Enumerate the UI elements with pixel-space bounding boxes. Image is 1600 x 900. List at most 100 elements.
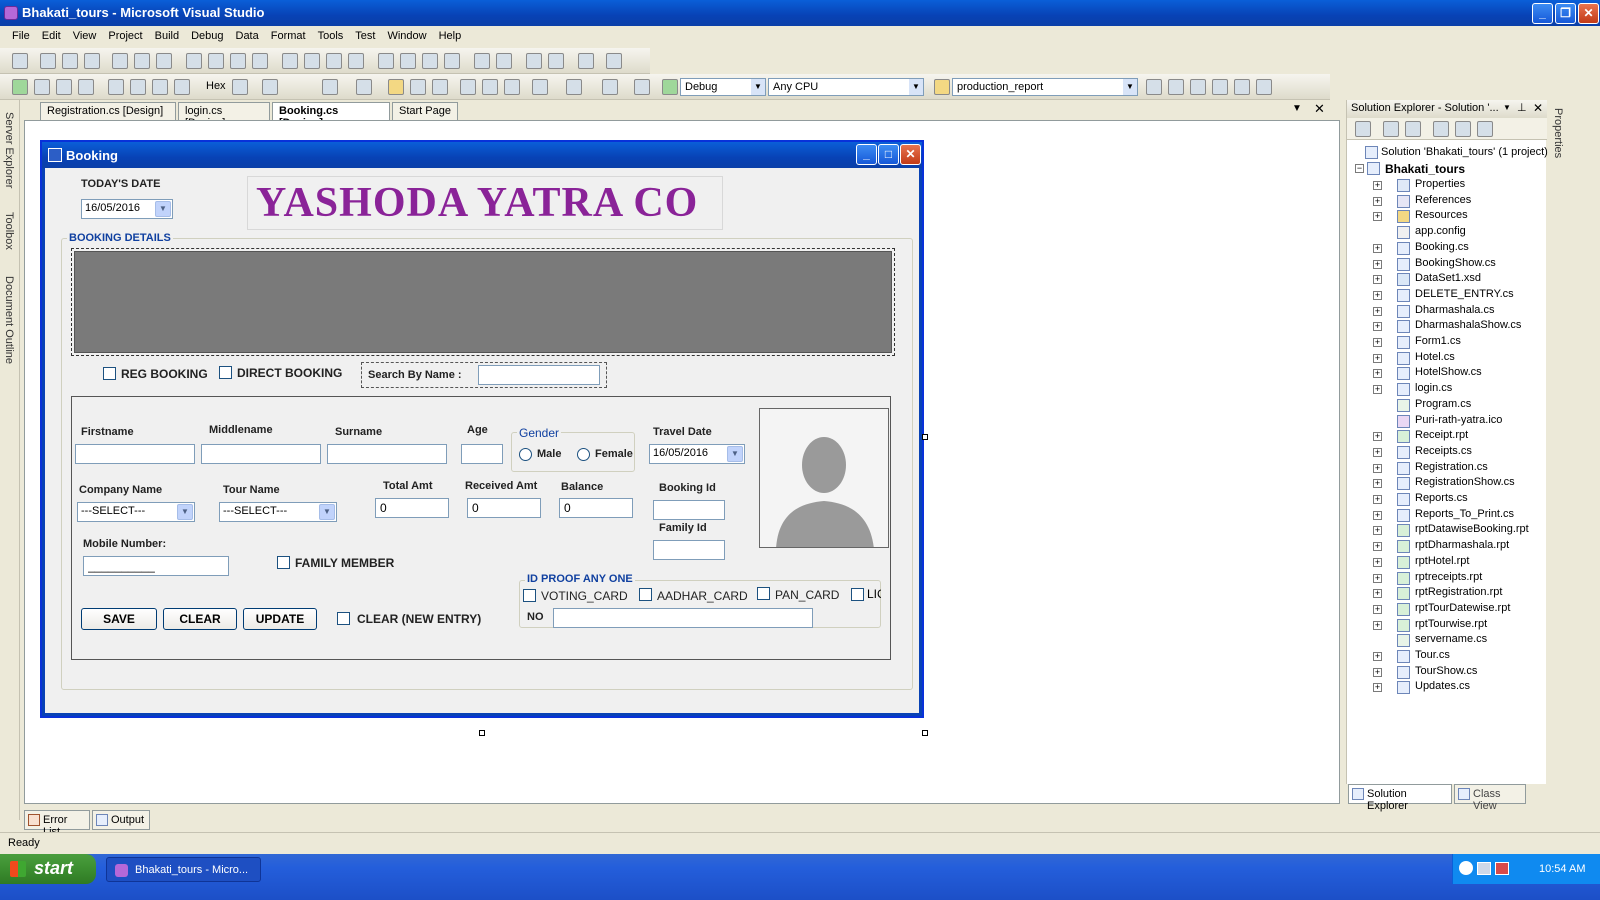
tab-login-design[interactable]: login.cs [Design] <box>178 102 270 129</box>
expand-icon[interactable]: + <box>1373 589 1382 599</box>
document-outline-tab[interactable]: Document Outline <box>3 276 15 364</box>
remove-vertical-spacing-icon[interactable] <box>444 53 460 69</box>
restore-button[interactable]: ❐ <box>1555 3 1576 24</box>
align-rights-icon[interactable] <box>84 53 100 69</box>
show-all-files-icon[interactable] <box>1355 121 1371 137</box>
menu-file[interactable]: File <box>6 26 36 42</box>
center-vertically-icon[interactable] <box>496 53 512 69</box>
received-amt-input[interactable] <box>467 498 541 518</box>
expand-icon[interactable]: + <box>1373 620 1382 630</box>
new-project-icon[interactable] <box>262 79 278 95</box>
expand-icon[interactable]: + <box>1373 306 1382 316</box>
expand-icon[interactable]: + <box>1373 196 1382 206</box>
tree-item[interactable]: rptDatawiseBooking.rpt <box>1415 523 1529 535</box>
update-button[interactable]: UPDATE <box>243 608 317 630</box>
age-input[interactable] <box>461 444 503 464</box>
start-button[interactable]: start <box>0 854 96 884</box>
open-file-icon[interactable] <box>388 79 404 95</box>
solution-node[interactable]: Solution 'Bhakati_tours' (1 project) <box>1381 146 1548 158</box>
taskbar-item-visual-studio[interactable]: Bhakati_tours - Micro... <box>106 857 261 882</box>
tree-item[interactable]: DataSet1.xsd <box>1415 272 1481 284</box>
expand-icon[interactable]: + <box>1373 432 1382 442</box>
expand-icon[interactable]: + <box>1373 557 1382 567</box>
expand-icon[interactable]: + <box>1373 542 1382 552</box>
add-new-item-icon[interactable] <box>356 79 372 95</box>
solution-platform-combo[interactable]: Any CPU ▼ <box>768 78 924 96</box>
chevron-down-icon[interactable]: ▼ <box>1292 103 1302 114</box>
menu-project[interactable]: Project <box>102 26 148 42</box>
tour-name-select[interactable]: ---SELECT--- ▼ <box>219 502 337 522</box>
expand-icon[interactable]: + <box>1373 573 1382 583</box>
expand-icon[interactable]: + <box>1373 479 1382 489</box>
increase-horizontal-spacing-icon[interactable] <box>304 53 320 69</box>
expand-icon[interactable]: + <box>1373 604 1382 614</box>
direct-booking-checkbox[interactable] <box>219 366 232 379</box>
aadhar-card-checkbox[interactable] <box>639 588 652 601</box>
expand-icon[interactable]: + <box>1373 243 1382 253</box>
object-browser-icon[interactable] <box>1190 79 1206 95</box>
solution-explorer-icon[interactable] <box>1146 79 1162 95</box>
save-all-icon[interactable] <box>432 79 448 95</box>
project-node[interactable]: Bhakati_tours <box>1385 162 1465 176</box>
tree-item[interactable]: Tour.cs <box>1415 649 1450 661</box>
tree-item[interactable]: Resources <box>1415 209 1468 221</box>
voting-card-checkbox[interactable] <box>523 589 536 602</box>
tab-class-view[interactable]: Class View <box>1454 784 1526 812</box>
cut-icon[interactable] <box>460 79 476 95</box>
tree-item[interactable]: Updates.cs <box>1415 680 1470 692</box>
restart-icon[interactable] <box>78 79 94 95</box>
tree-item[interactable]: rptTourDatewise.rpt <box>1415 602 1510 614</box>
show-hidden-icons-icon[interactable] <box>1459 861 1473 875</box>
tree-item[interactable]: Receipt.rpt <box>1415 429 1468 441</box>
find-combo[interactable]: production_report ▼ <box>952 78 1138 96</box>
align-bottoms-icon[interactable] <box>156 53 172 69</box>
tree-item[interactable]: Registration.cs <box>1415 461 1488 473</box>
expand-icon[interactable]: + <box>1373 385 1382 395</box>
properties-tab[interactable]: Properties <box>1552 108 1564 158</box>
tree-item[interactable]: BookingShow.cs <box>1415 257 1496 269</box>
navigate-backward-icon[interactable] <box>602 79 618 95</box>
view-class-diagram-icon[interactable] <box>1477 121 1493 137</box>
align-middles-icon[interactable] <box>134 53 150 69</box>
mobile-number-input[interactable] <box>83 556 229 576</box>
toolbox-icon[interactable] <box>1212 79 1228 95</box>
lock-controls-icon[interactable] <box>606 53 622 69</box>
expand-icon[interactable]: + <box>1373 447 1382 457</box>
tree-item[interactable]: HotelShow.cs <box>1415 366 1482 378</box>
firstname-input[interactable] <box>75 444 195 464</box>
expand-icon[interactable]: + <box>1373 290 1382 300</box>
menu-debug[interactable]: Debug <box>185 26 229 42</box>
expand-icon[interactable]: + <box>1373 369 1382 379</box>
view-code-icon[interactable] <box>1433 121 1449 137</box>
collapse-icon[interactable]: − <box>1355 164 1364 173</box>
properties-window-icon[interactable] <box>1168 79 1184 95</box>
clear-button[interactable]: CLEAR <box>163 608 237 630</box>
expand-icon[interactable]: + <box>1373 322 1382 332</box>
start-icon[interactable] <box>662 79 678 95</box>
make-same-width-icon[interactable] <box>186 53 202 69</box>
undo-icon[interactable] <box>532 79 548 95</box>
tree-item[interactable]: rptRegistration.rpt <box>1415 586 1502 598</box>
close-document-icon[interactable]: ✕ <box>1314 101 1325 117</box>
step-out-icon[interactable] <box>174 79 190 95</box>
show-next-statement-icon[interactable] <box>108 79 124 95</box>
resize-handle-corner[interactable] <box>922 730 928 736</box>
form-minimize-button[interactable]: _ <box>856 144 877 165</box>
properties-icon[interactable] <box>1383 121 1399 137</box>
tab-order-icon[interactable] <box>578 53 594 69</box>
male-radio[interactable] <box>519 448 532 461</box>
start-page-icon[interactable] <box>1234 79 1250 95</box>
tree-item[interactable]: rptTourwise.rpt <box>1415 618 1487 630</box>
menu-view[interactable]: View <box>67 26 103 42</box>
expand-icon[interactable]: + <box>1373 259 1382 269</box>
booking-id-input[interactable] <box>653 500 725 520</box>
save-icon[interactable] <box>410 79 426 95</box>
server-explorer-tab[interactable]: Server Explorer <box>3 112 15 188</box>
save-button[interactable]: SAVE <box>81 608 157 630</box>
size-to-grid-icon[interactable] <box>252 53 268 69</box>
expand-icon[interactable]: + <box>1373 652 1382 661</box>
expand-icon[interactable]: + <box>1373 338 1382 347</box>
tab-solution-explorer[interactable]: Solution Explorer <box>1348 784 1452 812</box>
expand-icon[interactable]: + <box>1373 510 1382 520</box>
balance-input[interactable] <box>559 498 633 518</box>
